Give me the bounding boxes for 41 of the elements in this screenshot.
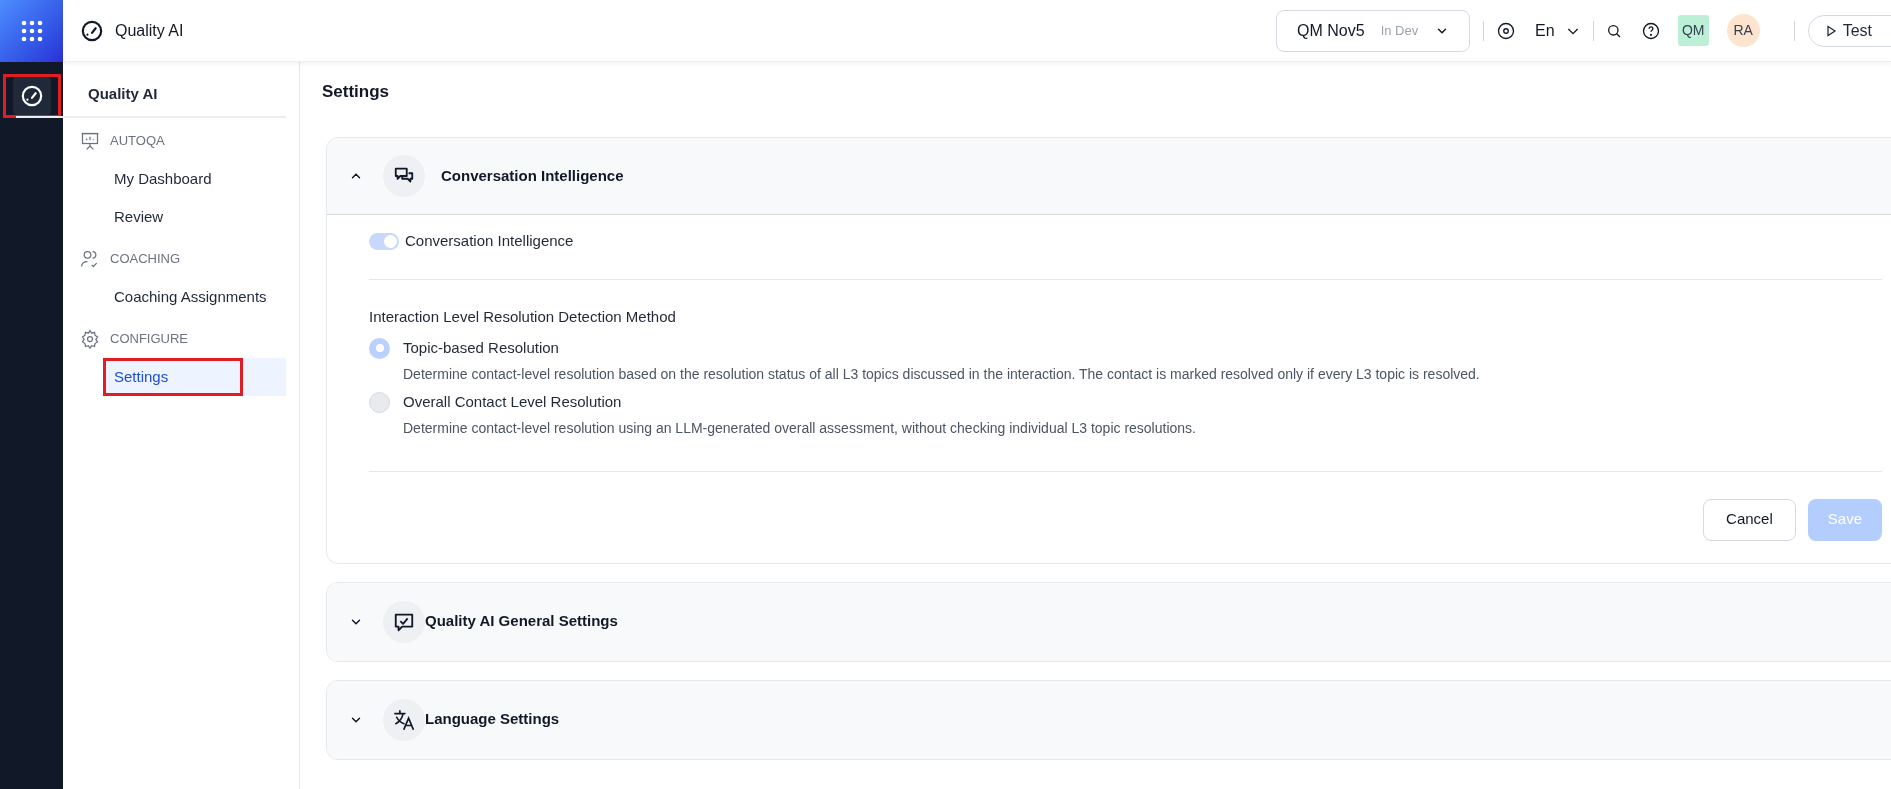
presentation-icon — [80, 130, 100, 151]
apps-grid-icon — [19, 19, 44, 43]
record-icon[interactable] — [1497, 21, 1516, 40]
field-label: Interaction Level Resolution Detection Method — [369, 307, 677, 327]
gauge-icon — [81, 19, 103, 42]
panel-title: Conversation Intelligence — [441, 165, 624, 186]
avatar[interactable]: RA — [1726, 14, 1760, 47]
sidebar-title: Quality AI — [16, 83, 286, 118]
sidebar-item[interactable]: Review — [103, 197, 286, 236]
toggle-label: Conversation Intelligence — [405, 231, 574, 252]
section-label: AUTOQA — [110, 131, 165, 150]
panel-header[interactable]: Quality AI General Settings — [327, 582, 1891, 661]
people-icon — [80, 248, 100, 269]
apps-button[interactable] — [0, 0, 63, 62]
app-title: Quality AI — [115, 20, 184, 41]
option-label: Topic-based Resolution — [403, 337, 560, 358]
option-description: Determine contact-level resolution based on the resolution status of all L3 topics discussed in the interaction. The contact is marked resolved only if every L3 topic is resolved. — [403, 364, 1480, 383]
page-title: Settings — [322, 82, 391, 102]
section-label: CONFIGURE — [110, 329, 188, 348]
gear-icon — [80, 328, 100, 349]
radio-button[interactable] — [369, 337, 390, 359]
panel-header[interactable]: Conversation Intelligence — [327, 138, 1891, 215]
translate-icon — [393, 708, 415, 731]
sidebar-item[interactable]: My Dashboard — [103, 159, 286, 198]
sidebar-item[interactable]: Coaching Assignments — [103, 277, 286, 316]
gauge-icon — [20, 85, 43, 107]
option-label: Overall Contact Level Resolution — [403, 391, 623, 412]
workspace-dropdown[interactable]: QM Nov5 In Dev — [1276, 9, 1471, 52]
cancel-button[interactable]: Cancel — [1703, 498, 1796, 541]
play-icon — [1824, 24, 1837, 37]
panel-title: Quality AI General Settings — [425, 611, 618, 632]
search-icon[interactable] — [1605, 22, 1622, 39]
radio-button[interactable] — [369, 391, 390, 413]
avatar[interactable]: QM — [1677, 15, 1709, 46]
quality-ai-nav-button[interactable] — [12, 77, 51, 115]
help-icon[interactable] — [1641, 21, 1660, 40]
option-description: Determine contact-level resolution using an LLM-generated overall assessment, without checking individual L3 topic resolutions. — [403, 418, 1196, 437]
panel-title: Language Settings — [425, 709, 560, 730]
language-dropdown[interactable]: En — [1535, 18, 1581, 43]
panel-header[interactable]: Language Settings — [327, 680, 1891, 759]
section-label: COACHING — [110, 249, 181, 268]
